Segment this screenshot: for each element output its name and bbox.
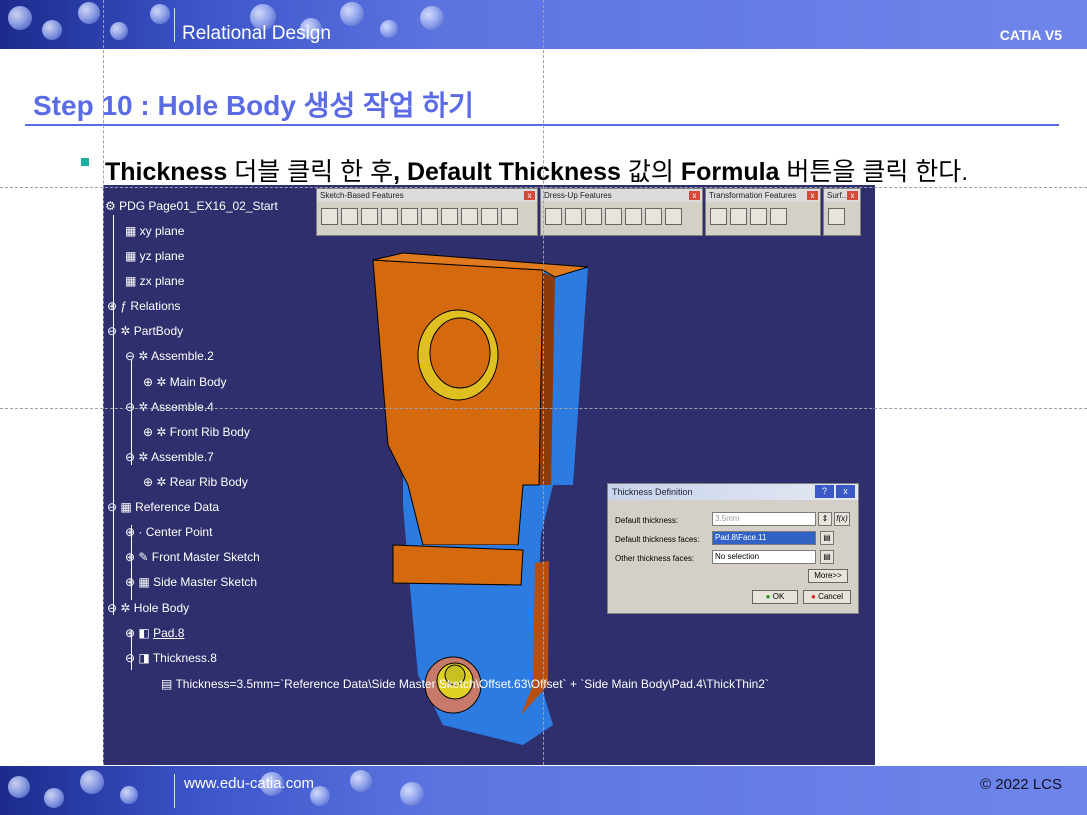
tree-center-point[interactable]: ⊕ · Center Point	[125, 525, 212, 539]
specification-tree: ⚙ PDG Page01_EX16_02_Start ▦ xy plane ▦ …	[103, 185, 875, 765]
faces-list-icon[interactable]: ▤	[820, 531, 834, 545]
footer-band: www.edu-catia.com © 2022 LCS	[0, 766, 1087, 815]
instr-part3: , Default Thickness	[393, 158, 621, 186]
other-faces-list-icon[interactable]: ▤	[820, 550, 834, 564]
tree-relations[interactable]: ⊕ ƒ Relations	[107, 299, 180, 313]
tree-hole-body[interactable]: ⊖ ✲ Hole Body	[107, 601, 189, 615]
tree-assemble-7[interactable]: ⊖ ✲ Assemble.7	[125, 450, 214, 464]
tree-yz-plane[interactable]: ▦ yz plane	[125, 249, 184, 263]
header-title: Relational Design	[182, 23, 331, 44]
tree-main-body[interactable]: ⊕ ✲ Main Body	[143, 375, 226, 389]
cancel-button[interactable]: ● Cancel	[803, 590, 851, 604]
spinner-icon[interactable]: ⇕	[818, 512, 832, 526]
ok-icon: ●	[765, 592, 771, 601]
tree-assemble-2[interactable]: ⊖ ✲ Assemble.2	[125, 349, 214, 363]
catia-viewport[interactable]: Sketch-Based Features x Dress-Up Features…	[103, 185, 875, 765]
guide-line	[543, 0, 544, 815]
tree-front-rib-body[interactable]: ⊕ ✲ Front Rib Body	[143, 425, 250, 439]
tree-rear-rib-body[interactable]: ⊕ ✲ Rear Rib Body	[143, 475, 248, 489]
cancel-icon: ●	[811, 592, 816, 601]
thickness-definition-dialog[interactable]: Thickness Definition ? x Default thickne…	[607, 483, 859, 614]
default-thickness-label: Default thickness:	[615, 516, 679, 525]
more-button[interactable]: More>>	[808, 569, 848, 583]
footer-url[interactable]: www.edu-catia.com	[184, 775, 314, 792]
instr-part2: 더블 클릭 한 후	[227, 158, 394, 186]
tree-side-master-sketch[interactable]: ⊕ ▦ Side Master Sketch	[125, 575, 257, 589]
formula-button[interactable]: f(x)	[834, 512, 850, 526]
tree-reference-data[interactable]: ⊖ ▦ Reference Data	[107, 500, 219, 514]
tree-thickness-formula[interactable]: ▤ Thickness=3.5mm=`Reference Data\Side M…	[161, 677, 769, 691]
instr-part4: 값의	[620, 158, 681, 186]
close-button[interactable]: x	[836, 485, 855, 498]
tree-root[interactable]: ⚙ PDG Page01_EX16_02_Start	[105, 199, 278, 213]
tree-front-master-sketch[interactable]: ⊕ ✎ Front Master Sketch	[125, 550, 260, 564]
page-title: Step 10 : Hole Body 생성 작업 하기	[33, 90, 474, 121]
bullet-icon	[81, 158, 89, 166]
tree-partbody[interactable]: ⊖ ✲ PartBody	[107, 324, 183, 338]
other-faces-field[interactable]: No selection	[712, 550, 816, 564]
footer-copyright: © 2022 LCS	[980, 776, 1062, 793]
instruction-text: Thickness 더블 클릭 한 후, Default Thickness 값…	[105, 152, 968, 188]
dialog-title: Thickness Definition	[612, 487, 693, 497]
tree-assemble-4[interactable]: ⊖ ✲ Assemble.4	[125, 400, 214, 414]
instr-part6: 버튼을 클릭 한다.	[779, 158, 969, 186]
tree-xy-plane[interactable]: ▦ xy plane	[125, 224, 184, 238]
guide-line	[103, 0, 104, 815]
default-faces-field[interactable]: Pad.8\Face.11	[712, 531, 816, 545]
instr-part1: Thickness	[105, 158, 228, 186]
ok-button[interactable]: ● OK	[752, 590, 798, 604]
other-faces-label: Other thickness faces:	[615, 554, 695, 563]
title-divider	[25, 124, 1059, 126]
tree-thickness-8[interactable]: ⊖ ◨ Thickness.8	[125, 651, 217, 665]
default-thickness-field[interactable]: 3.5mm	[712, 512, 816, 526]
tree-zx-plane[interactable]: ▦ zx plane	[125, 274, 184, 288]
default-faces-label: Default thickness faces:	[615, 535, 700, 544]
help-button[interactable]: ?	[815, 485, 834, 498]
instr-part5: Formula	[680, 158, 780, 186]
product-label: CATIA V5	[999, 27, 1062, 43]
dialog-titlebar[interactable]: Thickness Definition ? x	[608, 484, 858, 500]
tree-pad-8[interactable]: ⊕ ◧ Pad.8	[125, 626, 184, 640]
